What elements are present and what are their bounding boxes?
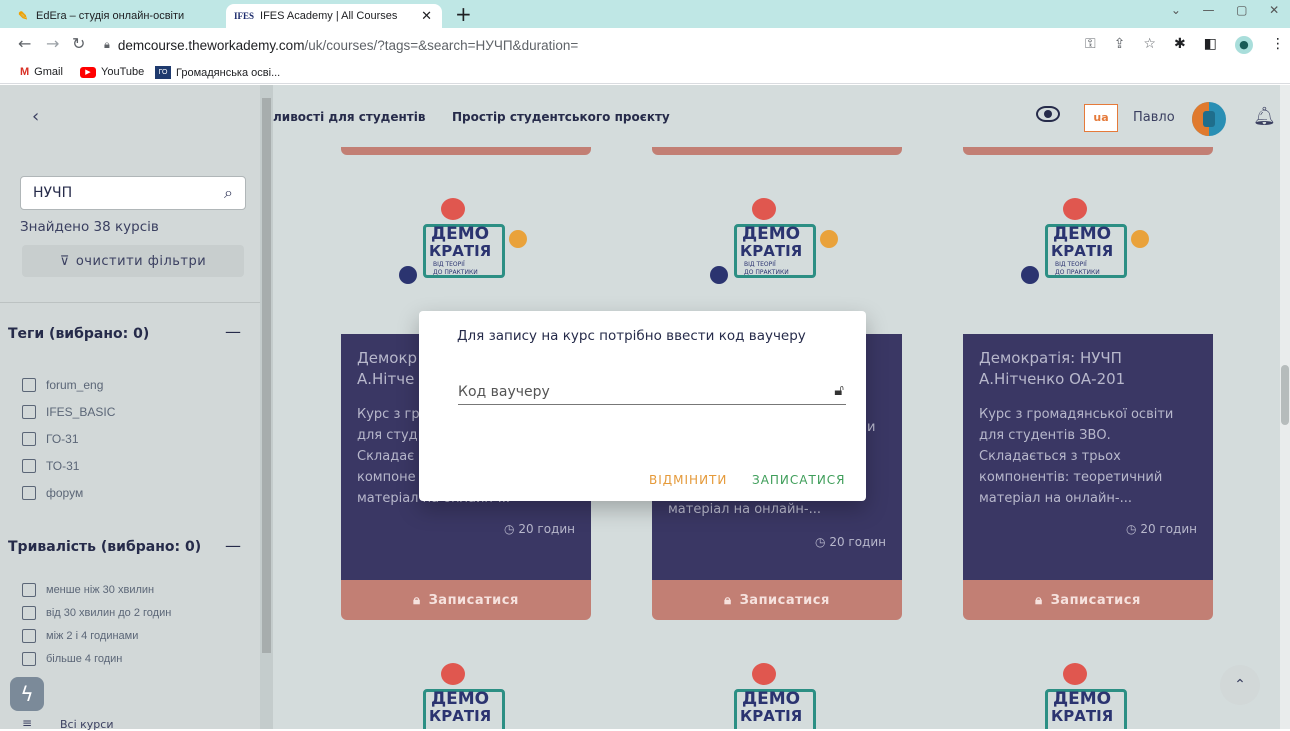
bookmark-star-icon[interactable]: ☆ xyxy=(1143,36,1156,54)
bookmarks-bar: M Gmail ▶ YouTube ГО Громадянська осві..… xyxy=(0,62,1290,84)
profile-icon[interactable]: ● xyxy=(1234,36,1253,54)
tab-edera[interactable]: ✎ EdEra – студія онлайн-освіти ✕ xyxy=(8,4,248,28)
tab-title: IFES Academy | All Courses xyxy=(260,10,398,22)
voucher-placeholder: Код ваучеру xyxy=(458,384,550,400)
youtube-icon: ▶ xyxy=(80,66,96,78)
bookmark-civic[interactable]: ГО Громадянська осві... xyxy=(155,66,280,79)
bookmark-label: Громадянська осві... xyxy=(176,66,281,79)
tab-ifes[interactable]: IFES IFES Academy | All Courses ✕ xyxy=(226,4,442,28)
menu-icon[interactable]: ⋮ xyxy=(1271,36,1285,54)
enroll-submit-button[interactable]: ЗАПИСАТИСЯ xyxy=(752,473,846,487)
key-icon[interactable]: ⚿ xyxy=(1085,36,1096,54)
voucher-dialog: Для запису на курс потрібно ввести код в… xyxy=(419,311,866,501)
reload-icon[interactable]: ↻ xyxy=(72,34,85,53)
back-icon[interactable]: ← xyxy=(18,34,31,53)
pencil-icon: ✎ xyxy=(17,9,29,23)
sidepanel-icon[interactable]: ◧ xyxy=(1204,36,1217,54)
maximize-icon[interactable]: ▢ xyxy=(1236,3,1247,17)
civic-edu-icon: ГО xyxy=(155,66,171,79)
bookmark-gmail[interactable]: M Gmail xyxy=(20,66,63,78)
cancel-button[interactable]: ВІДМІНИТИ xyxy=(649,473,727,487)
new-tab-button[interactable]: + xyxy=(455,2,472,26)
toolbar-actions: ⚿ ⇪ ☆ ✱ ◧ ● ⋮ xyxy=(1085,36,1285,54)
minimize-icon[interactable]: — xyxy=(1203,3,1215,17)
forward-icon[interactable]: → xyxy=(46,34,59,53)
voucher-code-input[interactable]: Код ваучеру 🔓︎ xyxy=(458,377,846,405)
bookmark-label: YouTube xyxy=(101,66,145,78)
close-window-icon[interactable]: ✕ xyxy=(1269,3,1279,17)
close-tab-icon[interactable]: ✕ xyxy=(421,8,432,24)
unlock-icon: 🔓︎ xyxy=(834,381,844,399)
url-host: demcourse.theworkademy.com xyxy=(117,37,305,53)
ifes-icon: IFES xyxy=(234,11,255,21)
bookmark-label: Gmail xyxy=(34,66,63,78)
share-icon[interactable]: ⇪ xyxy=(1114,36,1126,54)
tab-title: EdEra – студія онлайн-освіти xyxy=(36,10,185,22)
gmail-icon: M xyxy=(20,66,30,78)
tab-search-icon[interactable]: ⌄ xyxy=(1171,3,1181,17)
lock-icon: 🔒︎ xyxy=(104,38,110,51)
address-bar[interactable]: 🔒︎ demcourse.theworkademy.com/uk/courses… xyxy=(104,33,1104,57)
dialog-title: Для запису на курс потрібно ввести код в… xyxy=(457,328,806,344)
url-path: /uk/courses/?tags=&search=НУЧП&duration= xyxy=(304,37,579,53)
window-controls: ⌄ — ▢ ✕ xyxy=(1160,3,1290,17)
bookmark-youtube[interactable]: ▶ YouTube xyxy=(80,66,144,78)
extensions-icon[interactable]: ✱ xyxy=(1174,36,1186,54)
